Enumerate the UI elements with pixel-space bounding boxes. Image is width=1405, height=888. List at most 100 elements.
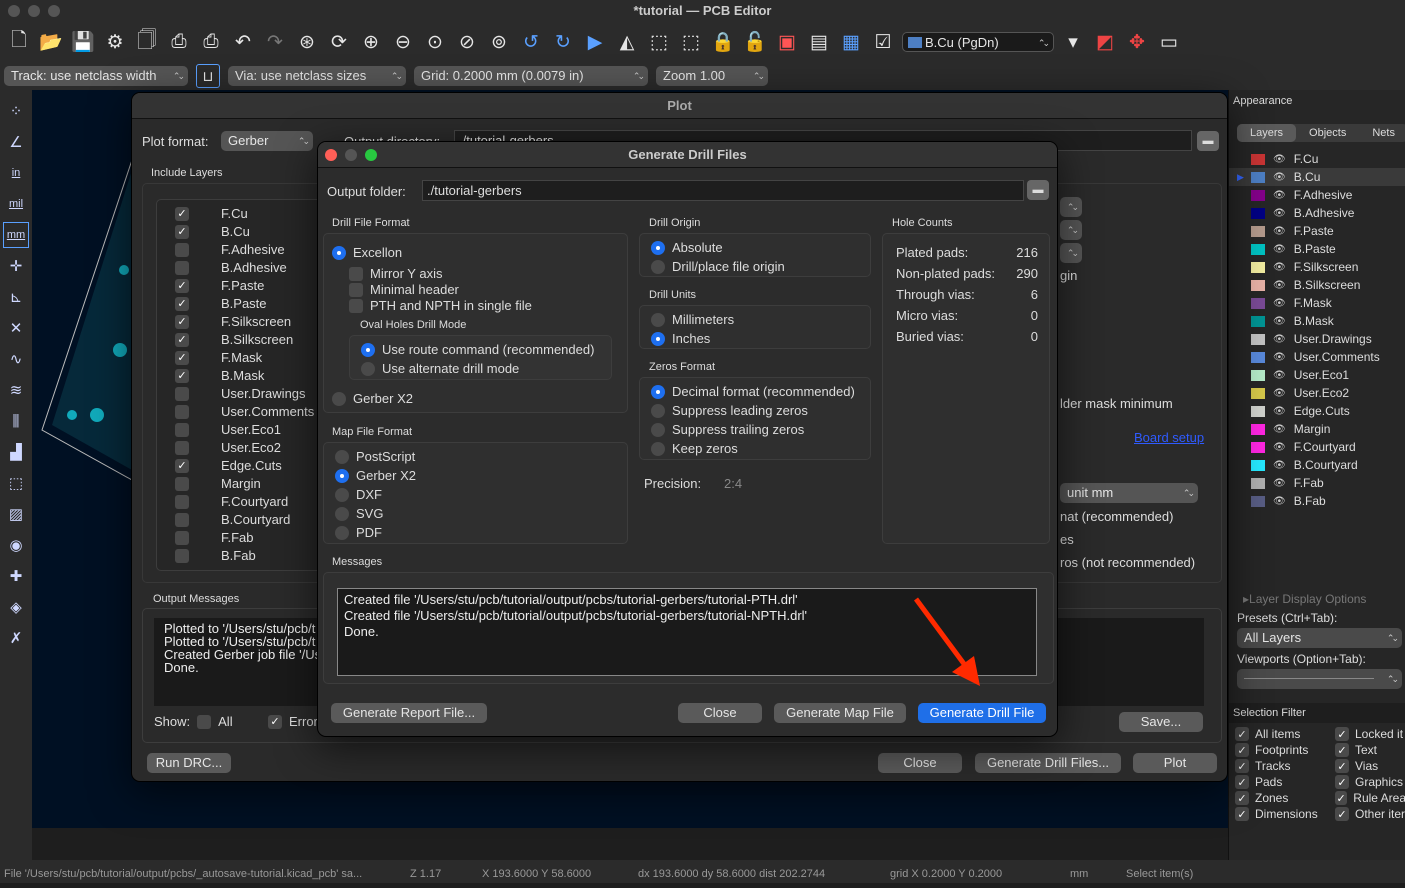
radio-option[interactable]: Gerber X2 [335, 468, 416, 483]
console-icon[interactable]: ▭ [1156, 29, 1182, 55]
pad-insert-icon[interactable]: ✚ [3, 563, 29, 589]
units-mm-button[interactable]: mm [3, 222, 29, 248]
layer-color-swatch[interactable] [1251, 459, 1265, 471]
radio-option[interactable]: PostScript [335, 449, 415, 464]
plot-button[interactable]: Plot [1133, 753, 1217, 773]
filter-checkbox[interactable]: ✓ [1335, 759, 1349, 773]
layer-pair-icon[interactable]: ▾ [1060, 29, 1086, 55]
tab-layers[interactable]: Layers [1237, 124, 1297, 142]
appearance-layer-row[interactable]: 👁 F.Cu [1229, 150, 1405, 168]
layer-color-swatch[interactable] [1251, 477, 1265, 489]
filter-checkbox[interactable]: ✓ [1235, 727, 1249, 741]
visibility-eye-icon[interactable]: 👁 [1273, 190, 1286, 201]
layer-color-swatch[interactable] [1251, 153, 1265, 165]
layer-color-swatch[interactable] [1251, 261, 1265, 273]
layer-color-icon[interactable]: ◩ [1092, 29, 1118, 55]
appearance-layer-row[interactable]: 👁 User.Drawings [1229, 330, 1405, 348]
filter-checkbox[interactable]: ✓ [1235, 759, 1249, 773]
scripting-icon[interactable]: ✥ [1124, 29, 1150, 55]
viewports-select[interactable] [1237, 669, 1402, 689]
visibility-eye-icon[interactable]: 👁 [1273, 334, 1286, 345]
open-icon[interactable]: 📂 [38, 29, 64, 55]
run-drc-button[interactable]: Run DRC... [147, 753, 231, 773]
selection-filter-item[interactable]: ✓ Graphics [1335, 775, 1405, 789]
radio-button[interactable] [335, 525, 349, 540]
ratsnest-icon[interactable]: ✕ [3, 315, 29, 341]
browse-folder-icon[interactable]: ▬ [1197, 131, 1219, 151]
layer-color-swatch[interactable] [1251, 315, 1265, 327]
appearance-layer-row[interactable]: 👁 B.Fab [1229, 492, 1405, 510]
layer-color-swatch[interactable] [1251, 297, 1265, 309]
layer-color-swatch[interactable] [1251, 171, 1265, 183]
appearance-layer-row[interactable]: 👁 B.Adhesive [1229, 204, 1405, 222]
layer-color-swatch[interactable] [1251, 243, 1265, 255]
visibility-eye-icon[interactable]: 👁 [1273, 262, 1286, 273]
visibility-eye-icon[interactable]: 👁 [1273, 460, 1286, 471]
flip-icon[interactable]: ▶ [582, 29, 608, 55]
zoom-window-button[interactable] [48, 5, 60, 17]
appearance-layer-row[interactable]: 👁 B.Silkscreen [1229, 276, 1405, 294]
visibility-eye-icon[interactable]: 👁 [1273, 208, 1286, 219]
pad-icon[interactable]: ▟ [3, 439, 29, 465]
radio-option[interactable]: SVG [335, 506, 383, 521]
zoom-selection-icon[interactable]: ⊚ [486, 29, 512, 55]
visibility-eye-icon[interactable]: 👁 [1273, 298, 1286, 309]
measure-icon[interactable]: ⊾ [3, 284, 29, 310]
gerber-x2-drill-radio[interactable] [332, 391, 346, 406]
visibility-eye-icon[interactable]: 👁 [1273, 226, 1286, 237]
visibility-eye-icon[interactable]: 👁 [1273, 370, 1286, 381]
radio-button[interactable] [651, 259, 665, 274]
selection-filter-item[interactable]: ✓ Text [1335, 743, 1405, 757]
radio-button[interactable] [651, 403, 665, 418]
filter-checkbox[interactable]: ✓ [1235, 807, 1249, 821]
lock-icon[interactable]: 🔒 [710, 29, 736, 55]
spin-2[interactable] [1060, 220, 1082, 240]
filter-checkbox[interactable]: ✓ [1235, 743, 1249, 757]
filter-checkbox[interactable]: ✓ [1335, 727, 1349, 741]
visibility-eye-icon[interactable]: 👁 [1273, 388, 1286, 399]
selection-filter-item[interactable]: ✓ All items [1235, 727, 1335, 741]
close-window-button[interactable] [8, 5, 20, 17]
track-width-select[interactable]: Track: use netclass width [4, 66, 188, 86]
save-icon[interactable]: 💾 [70, 29, 96, 55]
tab-objects[interactable]: Objects [1296, 124, 1359, 142]
appearance-layer-row[interactable]: ▶ 👁 B.Cu [1229, 168, 1405, 186]
generate-drill-files-button[interactable]: Generate Drill Files... [975, 753, 1121, 773]
visibility-eye-icon[interactable]: 👁 [1273, 280, 1286, 291]
appearance-layer-row[interactable]: 👁 User.Eco2 [1229, 384, 1405, 402]
filter-checkbox[interactable]: ✓ [1335, 775, 1349, 789]
via-size-select[interactable]: Via: use netclass sizes [228, 66, 406, 86]
footprint-browser-icon[interactable]: ▤ [806, 29, 832, 55]
plot-format-select[interactable]: Gerber [221, 131, 313, 151]
layer-color-swatch[interactable] [1251, 189, 1265, 201]
minimize-window-button[interactable] [28, 5, 40, 17]
ungroup-icon[interactable]: ⬚ [678, 29, 704, 55]
grid-icon[interactable]: ⁘ [3, 98, 29, 124]
radio-option[interactable]: DXF [335, 487, 382, 502]
zoom-fit-icon[interactable]: ⊙ [422, 29, 448, 55]
radio-button[interactable] [651, 384, 665, 399]
radio-option[interactable]: Drill/place file origin [651, 259, 785, 274]
layer-color-swatch[interactable] [1251, 441, 1265, 453]
visibility-eye-icon[interactable]: 👁 [1273, 316, 1286, 327]
filter-checkbox[interactable]: ✓ [1235, 791, 1249, 805]
spin-3[interactable] [1060, 243, 1082, 263]
layers-icon[interactable]: ◈ [3, 594, 29, 620]
layer-color-swatch[interactable] [1251, 423, 1265, 435]
visibility-eye-icon[interactable]: 👁 [1273, 172, 1286, 183]
tools-icon[interactable]: ✗ [3, 625, 29, 651]
selection-filter-item[interactable]: ✓ Pads [1235, 775, 1335, 789]
zoom-out-icon[interactable]: ⊖ [390, 29, 416, 55]
radio-button[interactable] [651, 240, 665, 255]
group-icon[interactable]: ⬚ [646, 29, 672, 55]
radio-button[interactable] [335, 506, 349, 521]
units-in-button[interactable]: in [3, 160, 29, 186]
board-setup-link[interactable]: Board setup [1134, 430, 1204, 445]
track-autowidth-icon[interactable]: ⊔ [196, 64, 220, 88]
layer-color-swatch[interactable] [1251, 387, 1265, 399]
selection-filter-item[interactable]: ✓ Zones [1235, 791, 1335, 805]
selection-filter-item[interactable]: ✓ Tracks [1235, 759, 1335, 773]
layer-color-swatch[interactable] [1251, 333, 1265, 345]
tab-nets[interactable]: Nets [1359, 124, 1405, 142]
save-button[interactable]: Save... [1119, 712, 1203, 732]
